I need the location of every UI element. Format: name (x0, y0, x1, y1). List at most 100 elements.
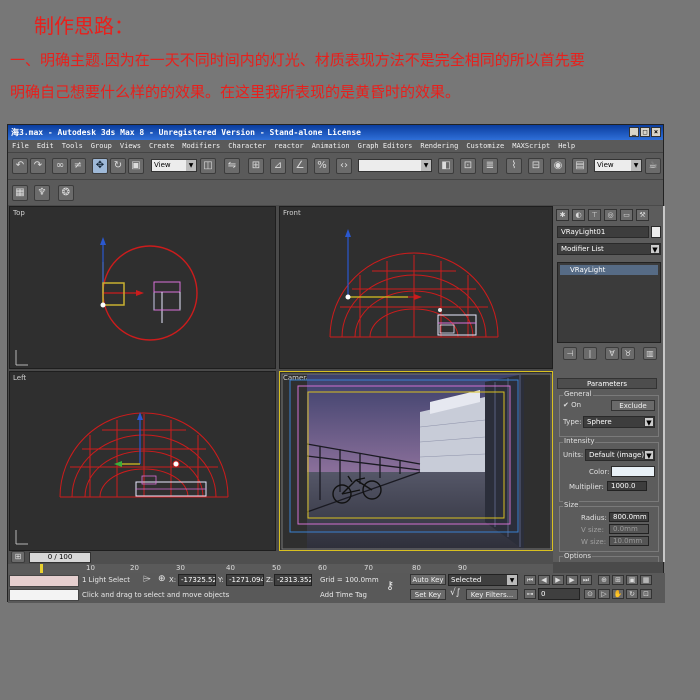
mirror-icon[interactable]: ⇋ (224, 158, 240, 174)
pin-stack-icon[interactable]: ⊣ (563, 347, 577, 360)
menu-reactor[interactable]: reactor (274, 140, 304, 152)
unlink-icon[interactable]: ≠ (70, 158, 86, 174)
maxscript-input[interactable] (9, 589, 79, 601)
set-key-button[interactable]: Set Key (410, 589, 446, 600)
x-coordinate-field[interactable]: -17325.52r (178, 574, 216, 586)
add-time-tag-button[interactable]: Add Time Tag (320, 591, 367, 599)
display-tab-icon[interactable]: ▭ (620, 209, 633, 221)
z-coordinate-field[interactable]: -2313.352r (274, 574, 312, 586)
mirror-tool-icon[interactable]: ◧ (438, 158, 454, 174)
modifier-list-select[interactable]: Modifier List ▼ (557, 243, 661, 255)
zoom-extents-all-icon[interactable]: ▦ (640, 575, 652, 585)
pan-icon[interactable]: ✋ (612, 589, 624, 599)
menu-group[interactable]: Group (91, 140, 112, 152)
modifier-stack-item[interactable]: VRayLight (560, 265, 658, 275)
maximize-button[interactable]: □ (640, 127, 650, 137)
rotate-icon[interactable]: ↻ (110, 158, 126, 174)
vray-frame-icon[interactable]: ▦ (12, 185, 28, 201)
current-frame-field[interactable]: 0 (538, 588, 580, 600)
zoom-icon[interactable]: ⊕ (598, 575, 610, 585)
viewport-front[interactable]: Front (279, 206, 553, 369)
move-icon[interactable]: ✥ (92, 158, 108, 174)
utilities-tab-icon[interactable]: ⚒ (636, 209, 649, 221)
angle-snap-icon[interactable]: ∠ (292, 158, 308, 174)
set-key-icon[interactable]: √∫ (450, 588, 460, 598)
curve-editor-icon[interactable]: ⌇ (506, 158, 522, 174)
y-coordinate-field[interactable]: -1271.094r (226, 574, 264, 586)
key-mode-toggle-icon[interactable]: ⊶ (524, 589, 536, 599)
menu-character[interactable]: Character (228, 140, 266, 152)
modify-tab-icon[interactable]: ◐ (572, 209, 585, 221)
exclude-button[interactable]: Exclude (611, 400, 655, 411)
zoom-all-icon[interactable]: ⊞ (612, 575, 624, 585)
align-tool-icon[interactable]: ⊡ (460, 158, 476, 174)
motion-tab-icon[interactable]: ◎ (604, 209, 617, 221)
zoom-extents-icon[interactable]: ▣ (626, 575, 638, 585)
light-type-select[interactable]: Sphere ▼ (583, 416, 655, 428)
redo-icon[interactable]: ↷ (30, 158, 46, 174)
previous-frame-icon[interactable]: ◀ (538, 575, 550, 585)
key-mode-select[interactable]: Selected ▼ (448, 574, 518, 586)
absolute-mode-icon[interactable]: ⊕ (158, 574, 166, 584)
time-slider-thumb[interactable]: 0 / 100 (29, 552, 91, 563)
link-icon[interactable]: ∞ (52, 158, 68, 174)
viewport-left[interactable]: Left (9, 371, 276, 551)
maxscript-listener-mini[interactable] (9, 575, 79, 587)
light-color-swatch[interactable] (611, 466, 655, 477)
go-to-end-icon[interactable]: ⏭ (580, 575, 592, 585)
go-to-start-icon[interactable]: ⏮ (524, 575, 536, 585)
menu-modifiers[interactable]: Modifiers (182, 140, 220, 152)
menu-help[interactable]: Help (558, 140, 575, 152)
menu-maxscript[interactable]: MAXScript (512, 140, 550, 152)
selection-lock-icon[interactable]: ⌲ (143, 574, 151, 585)
menu-graph-editors[interactable]: Graph Editors (358, 140, 413, 152)
command-panel-scrollbar[interactable] (663, 206, 665, 562)
pivot-icon[interactable]: ◫ (200, 158, 216, 174)
align-icon[interactable]: ⊞ (248, 158, 264, 174)
close-button[interactable]: × (651, 127, 661, 137)
object-name-field[interactable]: VRayLight01 (557, 226, 649, 238)
play-icon[interactable]: ▶ (552, 575, 564, 585)
menu-edit[interactable]: Edit (37, 140, 54, 152)
key-icon[interactable]: ⚷ (386, 579, 394, 592)
orbit-icon[interactable]: ↻ (626, 589, 638, 599)
auto-key-button[interactable]: Auto Key (410, 574, 446, 585)
radius-spinner[interactable]: 800.0mm (609, 512, 649, 522)
menu-tools[interactable]: Tools (62, 140, 83, 152)
mini-curve-editor-icon[interactable]: ⊞ (11, 551, 25, 563)
object-color-swatch[interactable] (651, 226, 661, 238)
viewport-top[interactable]: Top (9, 206, 276, 369)
vray-sphere-icon[interactable]: ❂ (58, 185, 74, 201)
undo-icon[interactable]: ↶ (12, 158, 28, 174)
multiplier-spinner[interactable]: 1000.0 (607, 481, 647, 491)
maximize-viewport-icon[interactable]: ⊡ (640, 589, 652, 599)
vsize-spinner[interactable]: 0.0mm (609, 524, 649, 534)
field-of-view-icon[interactable]: ▷ (598, 589, 610, 599)
time-config-icon[interactable]: ⊙ (584, 589, 596, 599)
next-frame-icon[interactable]: ▶ (566, 575, 578, 585)
reference-coord-select[interactable]: View ▼ (151, 159, 197, 172)
render-view-select[interactable]: View ▼ (594, 159, 642, 172)
named-selection-select[interactable]: ▼ (358, 159, 432, 172)
menu-rendering[interactable]: Rendering (420, 140, 458, 152)
material-editor-icon[interactable]: ◉ (550, 158, 566, 174)
key-filters-button[interactable]: Key Filters... (466, 589, 518, 600)
menu-create[interactable]: Create (149, 140, 174, 152)
make-unique-icon[interactable]: ∀ (605, 347, 619, 360)
on-checkbox[interactable]: ✔ On (563, 401, 581, 409)
scale-icon[interactable]: ▣ (128, 158, 144, 174)
snap-icon[interactable]: ⊿ (270, 158, 286, 174)
menu-file[interactable]: File (12, 140, 29, 152)
menu-animation[interactable]: Animation (312, 140, 350, 152)
spinner-snap-icon[interactable]: ‹› (336, 158, 352, 174)
quick-render-icon[interactable]: ☕ (645, 158, 661, 174)
remove-modifier-icon[interactable]: ♉ (621, 347, 635, 360)
menu-customize[interactable]: Customize (466, 140, 504, 152)
minimize-button[interactable]: _ (629, 127, 639, 137)
wsize-spinner[interactable]: 10.0mm (609, 536, 649, 546)
render-setup-icon[interactable]: ▤ (572, 158, 588, 174)
menu-views[interactable]: Views (120, 140, 141, 152)
time-slider-track[interactable]: ⊞ 0 / 100 (8, 551, 553, 564)
percent-snap-icon[interactable]: % (314, 158, 330, 174)
layer-icon[interactable]: ≣ (482, 158, 498, 174)
